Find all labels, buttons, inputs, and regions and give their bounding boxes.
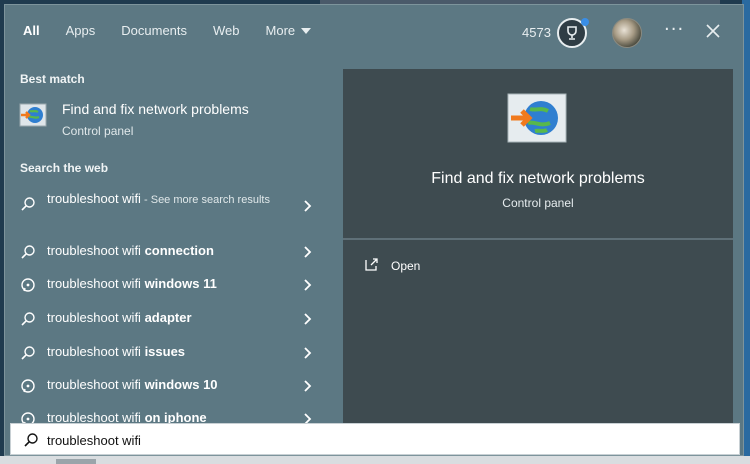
query-text: troubleshoot wifi (47, 344, 145, 359)
tab-more[interactable]: More (266, 23, 312, 38)
web-result[interactable]: troubleshoot wifi windows 11 (11, 270, 321, 300)
taskbar-edge (0, 456, 750, 464)
tab-label: Documents (121, 23, 188, 38)
web-result-see-more[interactable]: troubleshoot wifi - See more search resu… (11, 189, 321, 233)
network-globe-icon (507, 93, 567, 143)
rewards-points: 4573 (522, 25, 551, 40)
network-globe-icon (19, 103, 47, 127)
web-result-text: troubleshoot wifi - See more search resu… (47, 189, 279, 210)
tab-label: Apps (65, 23, 96, 38)
query-text: troubleshoot wifi (47, 191, 141, 206)
best-match-result[interactable]: Find and fix network problems Control pa… (11, 97, 321, 149)
web-result-text: troubleshoot wifi connection (47, 243, 214, 258)
best-match-heading: Best match (20, 72, 85, 86)
filter-tabs: All Apps Documents Web More (23, 23, 337, 38)
query-suggestion: issues (144, 344, 186, 359)
web-result[interactable]: troubleshoot wifi windows 10 (11, 371, 321, 401)
preview-title: Find and fix network problems (431, 170, 645, 187)
web-result[interactable]: troubleshoot wifi adapter (11, 304, 321, 334)
avatar[interactable] (612, 18, 642, 48)
open-label: Open (391, 259, 421, 273)
search-icon (21, 197, 35, 211)
tab-documents[interactable]: Documents (121, 23, 187, 38)
query-suggestion: connection (144, 243, 214, 258)
web-result-text: troubleshoot wifi windows 10 (47, 377, 218, 392)
query-suggestion: windows 11 (144, 276, 217, 291)
divider (343, 238, 733, 240)
start-search-panel: All Apps Documents Web More 4573 ··· Bes… (4, 4, 744, 456)
ellipsis-icon[interactable]: ··· (664, 19, 684, 40)
web-result-text: troubleshoot wifi windows 11 (47, 276, 217, 291)
best-match-subtitle: Control panel (62, 124, 134, 138)
tab-label: More (265, 23, 296, 38)
see-more-text: - See more search results (140, 194, 270, 206)
search-header: All Apps Documents Web More 4573 ··· (5, 5, 743, 61)
tab-apps[interactable]: Apps (66, 23, 96, 38)
tab-label: All (23, 23, 40, 38)
web-result[interactable]: troubleshoot wifi issues (11, 338, 321, 368)
chat-search-icon (21, 278, 35, 292)
search-web-heading: Search the web (20, 161, 109, 175)
preview-subtitle: Control panel (502, 196, 574, 210)
preview-header: Find and fix network problems Control pa… (343, 69, 733, 235)
search-icon (24, 433, 38, 447)
query-text: troubleshoot wifi (47, 310, 145, 325)
search-icon (21, 346, 35, 360)
search-input[interactable] (47, 429, 647, 451)
chevron-down-icon (301, 27, 312, 34)
tab-web[interactable]: Web (213, 23, 240, 38)
query-text: troubleshoot wifi (47, 276, 145, 291)
open-action[interactable]: Open (359, 255, 559, 279)
search-icon (21, 245, 35, 259)
taskbar-item (56, 459, 96, 464)
chevron-right-icon (304, 313, 312, 325)
web-result[interactable]: troubleshoot wifi connection (11, 237, 321, 267)
query-text: troubleshoot wifi (47, 377, 145, 392)
chevron-right-icon (304, 380, 312, 392)
tab-label: Web (213, 23, 240, 38)
search-icon (21, 312, 35, 326)
open-external-icon (365, 258, 378, 271)
query-text: troubleshoot wifi (47, 243, 145, 258)
chevron-right-icon (304, 347, 312, 359)
query-suggestion: windows 10 (144, 377, 218, 392)
search-box[interactable] (10, 423, 740, 455)
web-result-text: troubleshoot wifi adapter (47, 310, 192, 325)
preview-pane: Find and fix network problems Control pa… (343, 69, 733, 449)
chevron-right-icon (304, 279, 312, 291)
chevron-right-icon (304, 246, 312, 258)
best-match-title: Find and fix network problems (62, 101, 249, 117)
trophy-icon (567, 26, 577, 40)
close-icon[interactable] (703, 21, 723, 41)
tab-all[interactable]: All (23, 23, 40, 38)
web-result-text: troubleshoot wifi issues (47, 344, 185, 359)
chevron-right-icon (304, 200, 312, 212)
query-suggestion: adapter (144, 310, 192, 325)
notification-dot (581, 18, 589, 26)
results-list: Best match Find and fix network problems… (5, 61, 331, 426)
chat-search-icon (21, 379, 35, 393)
